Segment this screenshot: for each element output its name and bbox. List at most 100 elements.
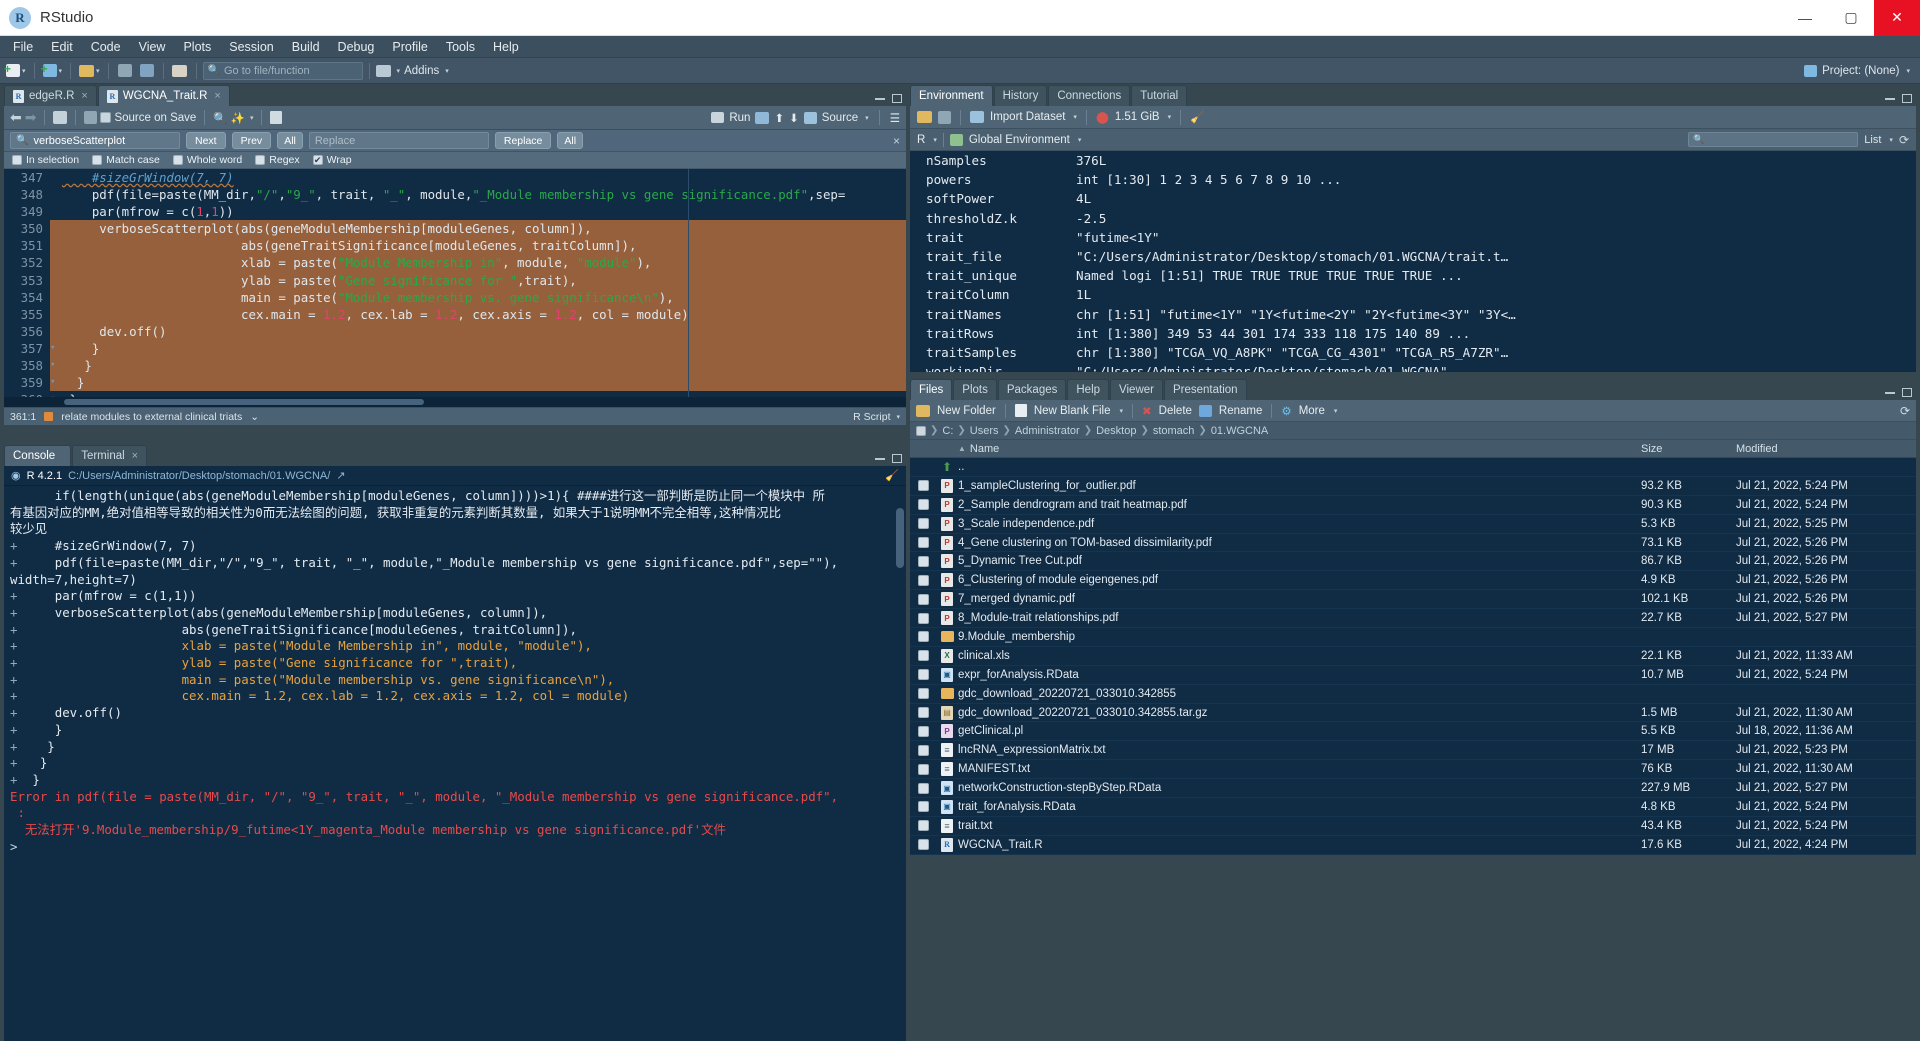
file-row[interactable]: 5_Dynamic Tree Cut.pdf86.7 KB Jul 21, 202… — [910, 552, 1916, 572]
file-row[interactable]: trait_forAnalysis.RData4.8 KB Jul 21, 202… — [910, 798, 1916, 817]
environment-variable-list[interactable]: nSamples 376L powers int [1:30] 1 2 3 4 5 6… — [910, 151, 1916, 372]
file-name[interactable]: 7_merged dynamic.pdf — [958, 593, 1641, 605]
checkbox[interactable] — [172, 155, 183, 165]
close-find-icon[interactable]: × — [893, 134, 900, 148]
files-maximize-icon[interactable] — [1902, 388, 1912, 397]
environment-variable-row[interactable]: trait_file "C:/Users/Administrator/Deskto… — [910, 247, 1916, 266]
project-label[interactable]: Project: (None) — [1822, 65, 1899, 77]
tab-connections[interactable]: Connections — [1048, 85, 1131, 106]
close-tab-icon[interactable]: × — [81, 90, 87, 102]
fold-marker-icon[interactable]: ▾ — [50, 339, 58, 358]
file-row[interactable]: 7_merged dynamic.pdf102.1 KB Jul 21, 2022… — [910, 590, 1916, 610]
environment-variable-row[interactable]: softPower 4L — [910, 189, 1916, 208]
code-line[interactable]: 355 cex.main = 1.2, cex.lab = 1.2, cex.a… — [4, 305, 906, 323]
new-blank-file-icon[interactable] — [1014, 404, 1027, 417]
environment-search-input[interactable]: 🔍 — [1688, 132, 1859, 147]
find-input[interactable]: 🔍 verboseScatterplot — [10, 132, 180, 149]
code-line[interactable]: 358 ▾ } — [4, 357, 906, 375]
menu-item-help[interactable]: Help — [484, 38, 528, 56]
code-line[interactable]: 356 dev.off() — [4, 322, 906, 340]
menu-item-profile[interactable]: Profile — [383, 38, 436, 56]
file-select-checkbox[interactable] — [917, 555, 929, 567]
close-tab-icon[interactable]: × — [214, 90, 220, 102]
code-line[interactable]: 349 par(mfrow = c(1,1)) — [4, 203, 906, 221]
source-run-icon[interactable] — [803, 111, 817, 124]
breadcrumb-item[interactable]: Administrator — [1015, 425, 1080, 437]
new-blank-file-button[interactable]: New Blank File — [1034, 405, 1111, 417]
environment-variable-row[interactable]: traitColumn 1L — [910, 285, 1916, 304]
menu-item-session[interactable]: Session — [220, 38, 282, 56]
source-maximize-icon[interactable] — [892, 94, 902, 103]
more-button[interactable]: More — [1299, 405, 1325, 417]
file-row[interactable]: 3_Scale independence.pdf5.3 KB Jul 21, 20… — [910, 515, 1916, 534]
file-name[interactable]: trait_forAnalysis.RData — [958, 801, 1641, 813]
fold-marker-icon[interactable] — [50, 322, 58, 340]
close-button[interactable]: ✕ — [1874, 0, 1920, 36]
fold-marker-icon[interactable] — [50, 254, 58, 272]
checkbox[interactable]: ✔ — [312, 155, 323, 165]
environment-variable-row[interactable]: nSamples 376L — [910, 151, 1916, 170]
file-select-checkbox[interactable] — [917, 518, 929, 530]
new-project-icon[interactable]: + ▾ — [41, 61, 65, 81]
breadcrumb-item[interactable]: 01.WGCNA — [1211, 425, 1268, 437]
find-option-whole-word[interactable]: Whole word — [172, 154, 242, 166]
find-option-match-case[interactable]: Match case — [92, 154, 160, 166]
tab-console-console[interactable]: Console — [4, 445, 72, 466]
source-button[interactable]: Source — [822, 112, 858, 124]
run-icon[interactable] — [711, 112, 725, 123]
file-select-checkbox[interactable] — [917, 763, 929, 775]
file-select-checkbox[interactable] — [917, 574, 929, 586]
file-name[interactable]: 2_Sample dendrogram and trait heatmap.pd… — [958, 499, 1641, 511]
file-row[interactable]: 8_Module-trait relationships.pdf22.7 KB J… — [910, 609, 1916, 629]
print-icon[interactable] — [170, 61, 190, 81]
file-row[interactable]: ⬆.. — [910, 458, 1916, 477]
breadcrumb-item[interactable]: C: — [942, 425, 953, 437]
tab-tutorial[interactable]: Tutorial — [1131, 85, 1188, 106]
console-output[interactable]: if(length(unique(abs(geneModuleMembershi… — [4, 486, 906, 1041]
file-row[interactable]: clinical.xls22.1 KB Jul 21, 2022, 11:33 A… — [910, 647, 1916, 666]
file-select-checkbox[interactable] — [917, 612, 929, 624]
addins-button[interactable]: ▾ Addins ▾ — [375, 64, 449, 77]
name-column-header[interactable]: ▲ Name — [958, 443, 1641, 455]
environment-variable-row[interactable]: traitNames chr [1:51] "futime<1Y" "1Y<fut… — [910, 305, 1916, 324]
save-workspace-icon[interactable] — [938, 110, 951, 124]
menu-item-tools[interactable]: Tools — [437, 38, 484, 56]
source-minimize-icon[interactable] — [875, 97, 885, 100]
file-select-checkbox[interactable] — [917, 801, 929, 813]
rename-button[interactable]: Rename — [1219, 405, 1262, 417]
tab-help[interactable]: Help — [1067, 379, 1110, 400]
new-folder-icon[interactable] — [916, 404, 930, 417]
file-name[interactable]: expr_forAnalysis.RData — [958, 669, 1641, 681]
code-line[interactable]: 359 ▾ } — [4, 374, 906, 392]
rename-icon[interactable] — [1198, 404, 1212, 417]
minimize-button[interactable]: — — [1782, 0, 1828, 36]
global-environment-label[interactable]: Global Environment — [969, 134, 1070, 146]
find-replace-icon[interactable]: 🔍 — [213, 111, 227, 125]
file-row[interactable]: gdc_download_20220721_033010.342855 — [910, 685, 1916, 704]
breadcrumb-item[interactable]: Users — [970, 425, 999, 437]
rerun-icon[interactable] — [755, 111, 770, 124]
environment-variable-row[interactable]: traitRows int [1:380] 349 53 44 301 174 3… — [910, 324, 1916, 343]
checkbox[interactable] — [12, 155, 22, 165]
scope-caret-icon[interactable]: ⌄ — [250, 411, 259, 423]
close-tab-icon[interactable]: × — [132, 450, 138, 462]
code-line[interactable]: 348 pdf(file=paste(MM_dir,"/","9_", trai… — [4, 186, 906, 204]
environment-variable-row[interactable]: traitSamples chr [1:380] "TCGA_VQ_A8PK" "… — [910, 343, 1916, 362]
scope-label[interactable]: relate modules to external clinical tria… — [61, 411, 242, 423]
environment-view-toggle[interactable]: List — [1864, 134, 1881, 146]
delete-icon[interactable]: ✖ — [1142, 404, 1152, 418]
file-select-checkbox[interactable] — [917, 593, 929, 605]
file-row[interactable]: WGCNA_Trait.R17.6 KB Jul 21, 2022, 4:24 P… — [910, 836, 1916, 855]
fold-marker-icon[interactable] — [50, 305, 58, 323]
save-icon[interactable] — [115, 61, 135, 81]
menu-item-view[interactable]: View — [130, 38, 175, 56]
fold-marker-icon[interactable] — [50, 186, 58, 203]
open-file-icon[interactable]: ▾ — [77, 61, 102, 81]
code-line[interactable]: 352 xlab = paste("Module Membership in",… — [4, 254, 906, 272]
fold-marker-icon[interactable] — [50, 220, 58, 238]
fold-marker-icon[interactable] — [50, 169, 58, 186]
file-name[interactable]: getClinical.pl — [958, 725, 1641, 737]
document-outline-icon[interactable]: ☰ — [890, 111, 900, 125]
file-row[interactable]: getClinical.pl5.5 KB Jul 18, 2022, 11:36 … — [910, 722, 1916, 742]
checkbox[interactable] — [255, 155, 266, 165]
